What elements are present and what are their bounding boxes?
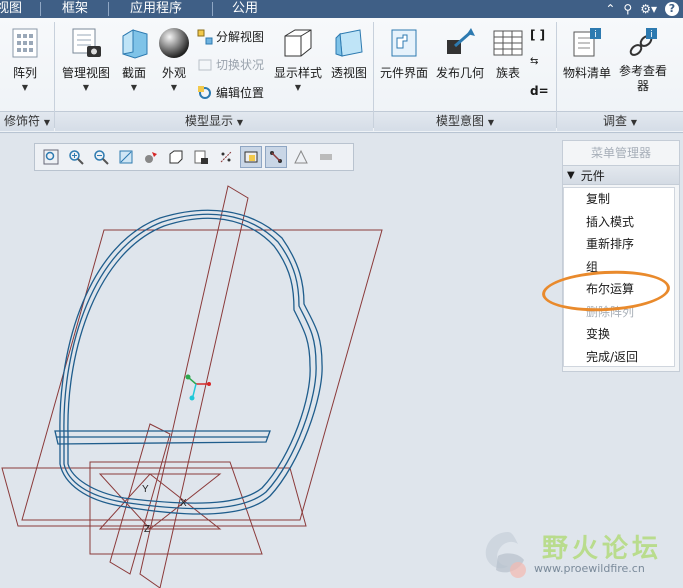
manage-views-button[interactable]: 管理视图 ▼ xyxy=(60,26,112,92)
edit-position-icon xyxy=(198,85,211,99)
ribbon: 阵列 ▼ 管理视图 ▼ 截面 ▼ 外观 ▼ 分解视图 切换状况 编辑位置 显示样… xyxy=(0,18,683,133)
component-interface-button[interactable]: 元件界面 xyxy=(378,26,430,81)
datum-label-z: Z xyxy=(144,524,150,535)
svg-text:i: i xyxy=(594,30,597,40)
csys-display-icon[interactable] xyxy=(315,146,337,168)
datum-label-y: Y xyxy=(142,484,149,495)
explode-view-icon xyxy=(197,29,213,44)
triangle-down-icon: ▼ xyxy=(567,169,575,181)
display-style-button[interactable]: 显示样式 ▼ xyxy=(272,26,324,92)
chevron-down-icon: ▼ xyxy=(43,118,50,127)
reference-viewer-icon: i xyxy=(629,28,657,56)
zoom-in-icon[interactable] xyxy=(65,146,87,168)
graphics-toolbar xyxy=(34,143,354,171)
family-table-button[interactable]: 族表 xyxy=(490,26,526,81)
svg-text:i: i xyxy=(650,30,653,40)
menu-item-reorder[interactable]: 重新排序 xyxy=(564,233,674,256)
edit-position-button[interactable]: 编辑位置 xyxy=(197,84,264,101)
parameters-button[interactable]: d= xyxy=(530,84,549,98)
settings-icon[interactable]: ⚙▾ xyxy=(640,2,657,16)
menu-manager-title: 菜单管理器 xyxy=(590,146,651,160)
saved-views-icon[interactable] xyxy=(190,146,212,168)
menu-section-component[interactable]: ▼ 元件 xyxy=(563,165,679,185)
reference-viewer-button[interactable]: i 参考查看器 xyxy=(616,26,670,94)
array-button[interactable]: 阵列 ▼ xyxy=(4,26,46,92)
group-model-display[interactable]: 模型显示 ▼ xyxy=(55,111,373,131)
bracket-relations-button[interactable]: [ ] xyxy=(530,28,545,42)
plane-display-icon[interactable] xyxy=(240,146,262,168)
bom-icon: i xyxy=(573,28,601,57)
display-style-icon[interactable] xyxy=(165,146,187,168)
menu-manager: 菜单管理器 ▼ 元件 复制 插入模式 重新排序 组 布尔运算 删除阵列 变换 完… xyxy=(562,140,680,372)
switch-icon: ⇆ xyxy=(530,56,539,67)
tab-view[interactable]: 视图 xyxy=(0,0,22,18)
d-equals-icon: d= xyxy=(530,84,549,98)
spin-center-icon[interactable] xyxy=(140,146,162,168)
forum-watermark: 野火论坛 www.proewildfire.cn xyxy=(476,522,683,588)
menu-item-copy[interactable]: 复制 xyxy=(564,188,674,211)
bom-button[interactable]: i 物料清单 xyxy=(560,26,614,81)
chevron-down-icon: ▼ xyxy=(170,83,178,92)
brackets-icon: [ ] xyxy=(530,28,546,42)
perspective-icon xyxy=(335,29,363,57)
model-edge-mid xyxy=(63,213,317,510)
menu-item-done-return[interactable]: 完成/返回 xyxy=(564,346,674,369)
axis-display-icon[interactable] xyxy=(265,146,287,168)
tab-applications[interactable]: 应用程序 xyxy=(130,0,182,18)
chevron-down-icon: ▼ xyxy=(630,118,637,127)
toggle-status-button[interactable]: 切换状况 xyxy=(197,56,264,73)
group-modifiers[interactable]: 修饰符 ▼ xyxy=(0,111,54,131)
chevron-down-icon: ▼ xyxy=(130,83,138,92)
chevron-down-icon: ▼ xyxy=(21,83,29,92)
menu-item-insert-mode[interactable]: 插入模式 xyxy=(564,211,674,234)
datum-label-x: X xyxy=(180,498,187,509)
watermark-title: 野火论坛 xyxy=(542,534,663,564)
display-style-cube-icon xyxy=(284,29,312,57)
chevron-down-icon: ▼ xyxy=(487,118,494,127)
tab-tools[interactable]: 公用 xyxy=(232,0,258,18)
chevron-down-icon: ▼ xyxy=(294,83,302,92)
section-button[interactable]: 截面 ▼ xyxy=(116,26,152,92)
chevron-up-icon[interactable]: ⌃ xyxy=(605,2,615,16)
manage-views-icon xyxy=(72,28,101,57)
zoom-out-icon[interactable] xyxy=(90,146,112,168)
repaint-icon[interactable] xyxy=(115,146,137,168)
toggle-status-icon xyxy=(198,59,212,70)
group-model-intent[interactable]: 模型意图 ▼ xyxy=(374,111,556,131)
chevron-down-icon: ▼ xyxy=(236,118,243,127)
zoom-fit-icon[interactable] xyxy=(40,146,62,168)
array-icon xyxy=(12,28,38,58)
help-icon[interactable]: ? xyxy=(665,2,679,16)
section-icon xyxy=(122,29,148,59)
publish-geometry-button[interactable]: 发布几何 xyxy=(434,26,486,81)
component-interface-icon xyxy=(391,29,417,57)
chevron-down-icon: ▼ xyxy=(82,83,90,92)
watermark-url: www.proewildfire.cn xyxy=(534,562,645,575)
ribbon-tab-bar: 视图 框架 应用程序 公用 ⌃ ⚲ ⚙▾ ? xyxy=(0,0,683,18)
datum-plane-right xyxy=(139,185,249,588)
datum-plane-small-3 xyxy=(109,423,171,575)
datum-display-icon[interactable] xyxy=(215,146,237,168)
appearance-sphere-icon xyxy=(159,28,189,58)
group-investigate[interactable]: 调查 ▼ xyxy=(557,111,683,131)
perspective-button[interactable]: 透视图 xyxy=(328,26,370,81)
publish-geometry-icon xyxy=(447,28,475,54)
watermark-logo-icon xyxy=(485,532,526,578)
search-icon[interactable]: ⚲ xyxy=(623,2,632,16)
family-table-icon xyxy=(493,30,523,56)
switch-button[interactable]: ⇆ xyxy=(530,56,538,67)
appearance-button[interactable]: 外观 ▼ xyxy=(156,26,192,92)
tab-framework[interactable]: 框架 xyxy=(62,0,88,18)
explode-view-button[interactable]: 分解视图 xyxy=(197,28,264,45)
menu-item-transform[interactable]: 变换 xyxy=(564,323,674,346)
point-display-icon[interactable] xyxy=(290,146,312,168)
